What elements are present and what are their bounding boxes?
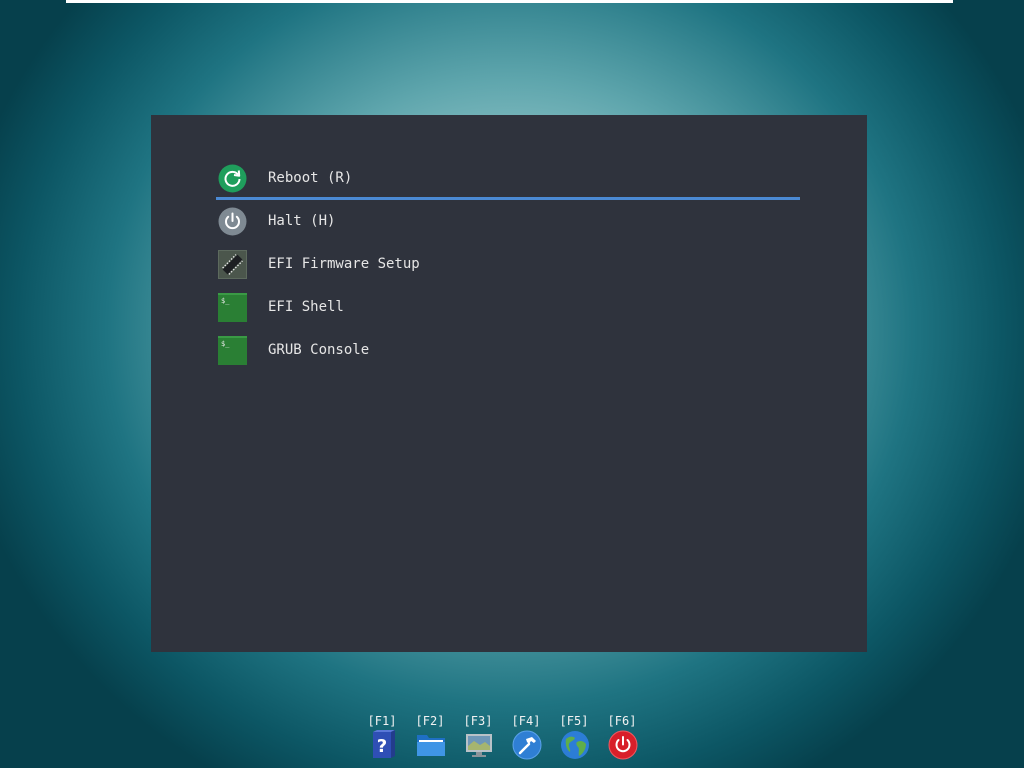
menu-item-label: GRUB Console — [268, 342, 370, 358]
reboot-icon — [218, 164, 247, 193]
hotkey-label: [F1] — [367, 714, 397, 728]
folder-icon — [416, 730, 446, 760]
svg-text:?: ? — [377, 736, 387, 757]
menu-item-label: Reboot (R) — [268, 170, 353, 186]
svg-text:$_: $_ — [221, 297, 230, 305]
hotkey-f5-network[interactable]: [F5] — [558, 714, 590, 764]
hotkey-label: [F4] — [511, 714, 541, 728]
power-icon — [608, 730, 638, 760]
menu-item-grub-console[interactable]: $_ GRUB Console — [216, 336, 800, 372]
display-icon — [464, 730, 494, 760]
power-icon — [218, 207, 247, 236]
terminal-icon: $_ — [218, 336, 247, 365]
hotkey-label: [F3] — [463, 714, 493, 728]
hotkey-f4-tools[interactable]: [F4] — [510, 714, 542, 764]
hotkey-label: [F2] — [415, 714, 445, 728]
hotkey-f6-power[interactable]: [F6] — [606, 714, 638, 764]
hotkey-f3-display[interactable]: [F3] — [462, 714, 494, 764]
hotkey-label: [F5] — [559, 714, 589, 728]
globe-icon — [560, 730, 590, 760]
terminal-icon: $_ — [218, 293, 247, 322]
boot-menu-panel: Reboot (R) Halt (H) EFI Firmware Setup $… — [151, 115, 867, 652]
hotkey-f2-files[interactable]: [F2] — [414, 714, 446, 764]
hotkey-f1-help[interactable]: [F1] ? — [366, 714, 398, 764]
svg-text:$_: $_ — [221, 340, 230, 348]
chip-icon — [218, 250, 247, 279]
menu-item-efi-shell[interactable]: $_ EFI Shell — [216, 293, 800, 329]
top-edge-bar — [66, 0, 953, 3]
menu-item-label: EFI Firmware Setup — [268, 256, 420, 272]
selection-indicator — [216, 197, 800, 200]
menu-item-halt[interactable]: Halt (H) — [216, 207, 800, 243]
menu-item-efi-firmware-setup[interactable]: EFI Firmware Setup — [216, 250, 800, 286]
hotkey-label: [F6] — [607, 714, 637, 728]
menu-item-reboot[interactable]: Reboot (R) — [216, 164, 800, 200]
menu-item-label: Halt (H) — [268, 213, 336, 229]
hammer-icon — [512, 730, 542, 760]
menu-item-label: EFI Shell — [268, 299, 344, 315]
help-icon: ? — [368, 730, 398, 760]
